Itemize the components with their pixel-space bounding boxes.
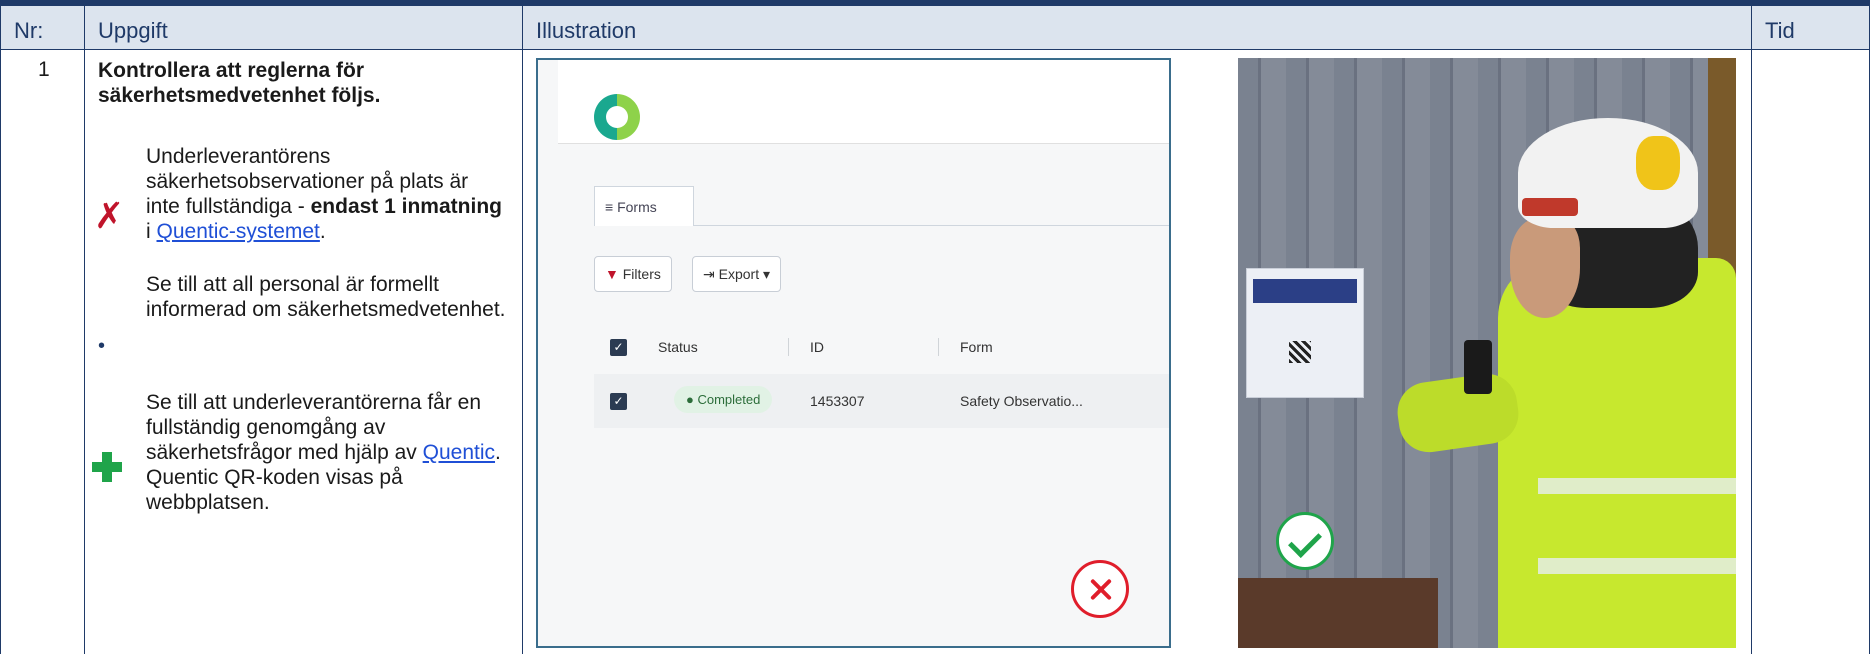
col-divider bbox=[84, 6, 85, 654]
green-circle-check-icon bbox=[1276, 512, 1334, 570]
status-badge: ● Completed bbox=[674, 386, 773, 413]
quentic-link[interactable]: Quentic bbox=[423, 441, 495, 464]
grid-header: ✓ Status ID Form bbox=[594, 320, 1169, 374]
col-status: Status bbox=[658, 339, 698, 355]
red-circle-x-icon bbox=[1071, 560, 1129, 618]
headlamp bbox=[1522, 198, 1578, 216]
table-row[interactable]: ✓ ● Completed 1453307 Safety Observatio.… bbox=[594, 374, 1169, 428]
green-plus-icon bbox=[92, 452, 122, 482]
col-divider bbox=[0, 6, 1, 654]
header-time: Tid bbox=[1765, 18, 1795, 43]
crates bbox=[1238, 578, 1438, 648]
tab-underline bbox=[694, 225, 1169, 226]
red-x-mark-icon: ✗ bbox=[94, 196, 125, 237]
improvement-text: Se till att underleverantörerna får en f… bbox=[146, 391, 501, 514]
app-screenshot: ≡ Forms ▼ Filters ⇥ Export ▾ ✓ Status ID… bbox=[536, 58, 1171, 648]
issue-text: Underleverantörens säkerhetsobservatione… bbox=[146, 145, 502, 243]
col-sep bbox=[788, 338, 789, 356]
phone bbox=[1464, 340, 1492, 394]
qr-poster bbox=[1246, 268, 1364, 398]
filter-icon: ▼ bbox=[605, 266, 619, 282]
row-form: Safety Observatio... bbox=[960, 393, 1083, 409]
quentic-logo-icon bbox=[594, 94, 640, 140]
col-form: Form bbox=[960, 339, 993, 355]
task-title: Kontrollera att reglerna för säkerhetsme… bbox=[98, 59, 381, 107]
header-task: Uppgift bbox=[98, 18, 168, 43]
col-sep bbox=[938, 338, 939, 356]
filters-button[interactable]: ▼ Filters bbox=[594, 256, 672, 292]
col-divider bbox=[522, 6, 523, 654]
row-id: 1453307 bbox=[810, 393, 865, 409]
header-illustration: Illustration bbox=[536, 18, 637, 43]
qr-code-icon bbox=[1289, 341, 1311, 363]
task-cell: Kontrollera att reglerna för säkerhetsme… bbox=[92, 58, 506, 514]
row-number: 1 bbox=[38, 58, 50, 81]
select-all-checkbox[interactable]: ✓ bbox=[610, 339, 627, 356]
row-checkbox[interactable]: ✓ bbox=[610, 393, 627, 410]
table-header-row bbox=[0, 6, 1870, 50]
tab-forms[interactable]: ≡ Forms bbox=[594, 186, 694, 226]
col-divider bbox=[1751, 6, 1752, 654]
bullet-text: Se till att all personal är formellt inf… bbox=[146, 273, 506, 321]
worker-face bbox=[1510, 218, 1580, 318]
header-nr: Nr: bbox=[14, 18, 44, 43]
hi-vis-jacket bbox=[1498, 258, 1736, 648]
earmuff-icon bbox=[1636, 136, 1680, 190]
export-icon: ⇥ bbox=[703, 266, 715, 282]
bullet-icon: • bbox=[98, 335, 106, 357]
col-id: ID bbox=[810, 339, 824, 355]
app-topbar bbox=[558, 60, 1169, 144]
export-button[interactable]: ⇥ Export ▾ bbox=[692, 256, 782, 292]
quentic-system-link[interactable]: Quentic-systemet bbox=[157, 220, 320, 243]
